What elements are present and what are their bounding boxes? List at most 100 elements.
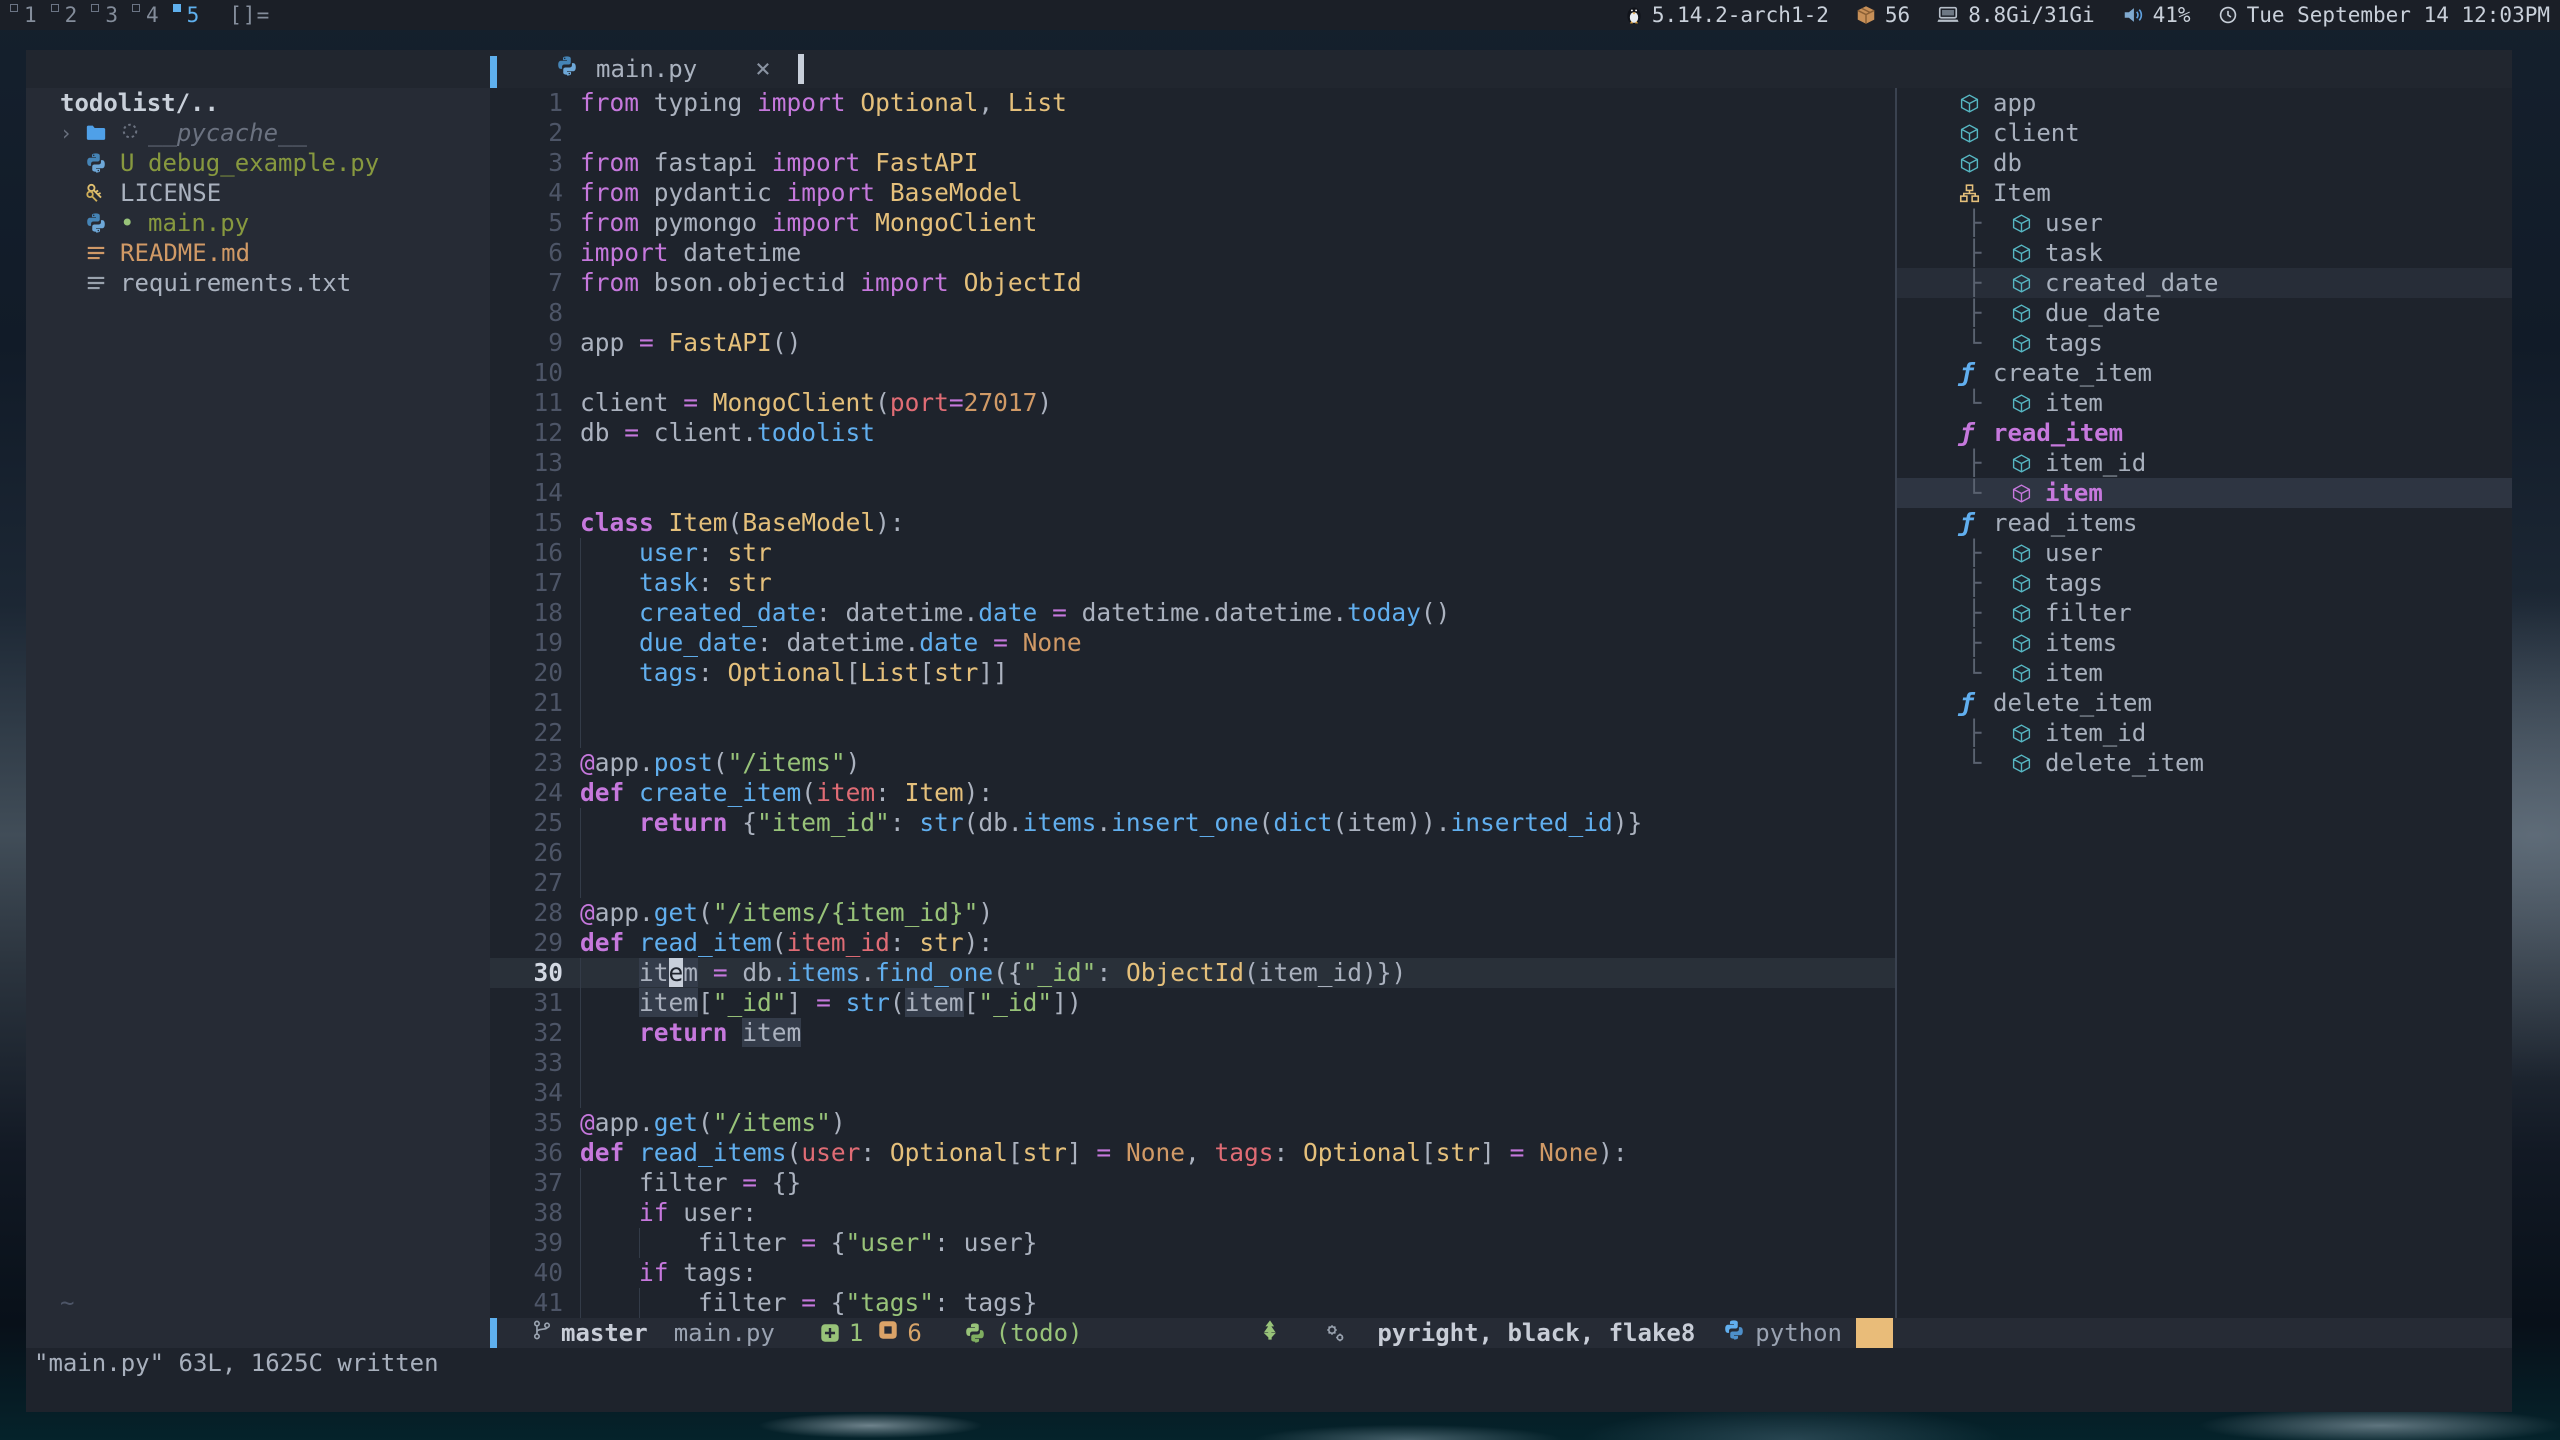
outline-symbol-item[interactable]: └ item [1897, 388, 2512, 418]
outline-symbol-filter[interactable]: ├ filter [1897, 598, 2512, 628]
file-tree-item-main-py[interactable]: •main.py [26, 208, 490, 238]
workspace-2[interactable]: 2 [49, 1, 90, 29]
code-line-35[interactable]: 35@app.get("/items") [490, 1108, 1895, 1138]
folder-icon [85, 122, 120, 144]
lsp-servers: pyright, black, flake8 [1377, 1319, 1695, 1347]
tab-main-py[interactable]: main.py × [556, 50, 771, 88]
python-icon [556, 55, 578, 83]
file-tree-item-debug-example-py[interactable]: Udebug_example.py [26, 148, 490, 178]
code-line-40[interactable]: 40 if tags: [490, 1258, 1895, 1288]
variable-cube-icon [2011, 543, 2045, 564]
outline-symbol-delete_item[interactable]: └ delete_item [1897, 748, 2512, 778]
outline-symbol-tags[interactable]: └ tags [1897, 328, 2512, 358]
code-line-15[interactable]: 15class Item(BaseModel): [490, 508, 1895, 538]
workspace-1[interactable]: 1 [8, 1, 49, 29]
txt-icon [85, 272, 120, 294]
code-line-34[interactable]: 34 [490, 1078, 1895, 1108]
outline-symbol-db[interactable]: db [1897, 148, 2512, 178]
workspace-3[interactable]: 3 [89, 1, 130, 29]
line-number: 8 [490, 298, 563, 328]
code-line-13[interactable]: 13 [490, 448, 1895, 478]
code-line-36[interactable]: 36def read_items(user: Optional[str] = N… [490, 1138, 1895, 1168]
code-line-24[interactable]: 24def create_item(item: Item): [490, 778, 1895, 808]
code-line-16[interactable]: 16 user: str [490, 538, 1895, 568]
code-line-10[interactable]: 10 [490, 358, 1895, 388]
code-line-22[interactable]: 22 [490, 718, 1895, 748]
outline-symbol-task[interactable]: ├ task [1897, 238, 2512, 268]
outline-symbol-created_date[interactable]: ├ created_date [1897, 268, 2512, 298]
code-line-32[interactable]: 32 return item [490, 1018, 1895, 1048]
outline-symbol-item_id[interactable]: ├ item_id [1897, 718, 2512, 748]
outline-symbol-app[interactable]: app [1897, 88, 2512, 118]
statusline-position-block [1856, 1318, 1893, 1348]
outline-symbol-user[interactable]: ├ user [1897, 538, 2512, 568]
code-line-23[interactable]: 23@app.post("/items") [490, 748, 1895, 778]
outline-symbol-item_id[interactable]: ├ item_id [1897, 448, 2512, 478]
code-line-1[interactable]: 1from typing import Optional, List [490, 88, 1895, 118]
file-tree-item-readme-md[interactable]: README.md [26, 238, 490, 268]
code-line-39[interactable]: 39 filter = {"user": user} [490, 1228, 1895, 1258]
file-tree-item-license[interactable]: LICENSE [26, 178, 490, 208]
code-line-33[interactable]: 33 [490, 1048, 1895, 1078]
outline-symbol-read_items[interactable]: ƒread_items [1897, 508, 2512, 538]
code-line-38[interactable]: 38 if user: [490, 1198, 1895, 1228]
code-line-9[interactable]: 9app = FastAPI() [490, 328, 1895, 358]
line-number: 10 [490, 358, 563, 388]
code-line-2[interactable]: 2 [490, 118, 1895, 148]
line-number: 34 [490, 1078, 563, 1108]
code-line-3[interactable]: 3from fastapi import FastAPI [490, 148, 1895, 178]
code-line-21[interactable]: 21 [490, 688, 1895, 718]
code-line-11[interactable]: 11client = MongoClient(port=27017) [490, 388, 1895, 418]
code-line-19[interactable]: 19 due_date: datetime.date = None [490, 628, 1895, 658]
workspace-5[interactable]: 5 [171, 1, 212, 29]
code-line-27[interactable]: 27 [490, 868, 1895, 898]
outline-symbol-Item[interactable]: Item [1897, 178, 2512, 208]
code-line-8[interactable]: 8 [490, 298, 1895, 328]
outline-symbol-items[interactable]: ├ items [1897, 628, 2512, 658]
outline-symbol-create_item[interactable]: ƒcreate_item [1897, 358, 2512, 388]
outline-symbol-tags[interactable]: ├ tags [1897, 568, 2512, 598]
command-line[interactable]: "main.py" 63L, 1625C written [26, 1348, 2512, 1412]
code-line-41[interactable]: 41 filter = {"tags": tags} [490, 1288, 1895, 1318]
code-line-20[interactable]: 20 tags: Optional[List[str]] [490, 658, 1895, 688]
outline-symbol-due_date[interactable]: ├ due_date [1897, 298, 2512, 328]
outline-symbol-item[interactable]: └ item [1897, 658, 2512, 688]
outline-symbol-item[interactable]: └ item [1897, 478, 2512, 508]
indent-guide [639, 1288, 640, 1318]
symbol-label: client [1993, 118, 2080, 148]
line-number: 18 [490, 598, 563, 628]
code-line-4[interactable]: 4from pydantic import BaseModel [490, 178, 1895, 208]
file-tree-root[interactable]: todolist/.. [26, 88, 490, 118]
code-line-14[interactable]: 14 [490, 478, 1895, 508]
code-line-28[interactable]: 28@app.get("/items/{item_id}") [490, 898, 1895, 928]
clock-icon [2217, 4, 2239, 26]
code-line-25[interactable]: 25 return {"item_id": str(db.items.inser… [490, 808, 1895, 838]
code-line-26[interactable]: 26 [490, 838, 1895, 868]
outline-symbol-user[interactable]: ├ user [1897, 208, 2512, 238]
code-buffer[interactable]: 1from typing import Optional, List23from… [490, 88, 1895, 1318]
line-number: 40 [490, 1258, 563, 1288]
tab-close-icon[interactable]: × [755, 54, 771, 84]
symbol-label: item_id [2045, 718, 2146, 748]
code-line-29[interactable]: 29def read_item(item_id: str): [490, 928, 1895, 958]
outline-symbol-client[interactable]: client [1897, 118, 2512, 148]
variable-cube-icon [2011, 483, 2045, 504]
outline-symbol-delete_item[interactable]: ƒdelete_item [1897, 688, 2512, 718]
outline-symbol-read_item[interactable]: ƒread_item [1897, 418, 2512, 448]
code-line-12[interactable]: 12db = client.todolist [490, 418, 1895, 448]
code-line-30[interactable]: 30 item = db.items.find_one({"_id": Obje… [490, 958, 1895, 988]
file-tree-item-requirements-txt[interactable]: requirements.txt [26, 268, 490, 298]
code-line-17[interactable]: 17 task: str [490, 568, 1895, 598]
code-line-5[interactable]: 5from pymongo import MongoClient [490, 208, 1895, 238]
workspace-switcher: 12345 [0, 1, 211, 29]
chevron-icon: › [60, 118, 85, 148]
symbol-label: create_item [1993, 358, 2152, 388]
code-line-18[interactable]: 18 created_date: datetime.date = datetim… [490, 598, 1895, 628]
code-line-37[interactable]: 37 filter = {} [490, 1168, 1895, 1198]
code-line-6[interactable]: 6import datetime [490, 238, 1895, 268]
class-icon [1959, 183, 1993, 204]
code-line-7[interactable]: 7from bson.objectid import ObjectId [490, 268, 1895, 298]
code-line-31[interactable]: 31 item["_id"] = str(item["_id"]) [490, 988, 1895, 1018]
workspace-4[interactable]: 4 [130, 1, 171, 29]
file-tree-item--pycache-[interactable]: ›__pycache__ [26, 118, 490, 148]
